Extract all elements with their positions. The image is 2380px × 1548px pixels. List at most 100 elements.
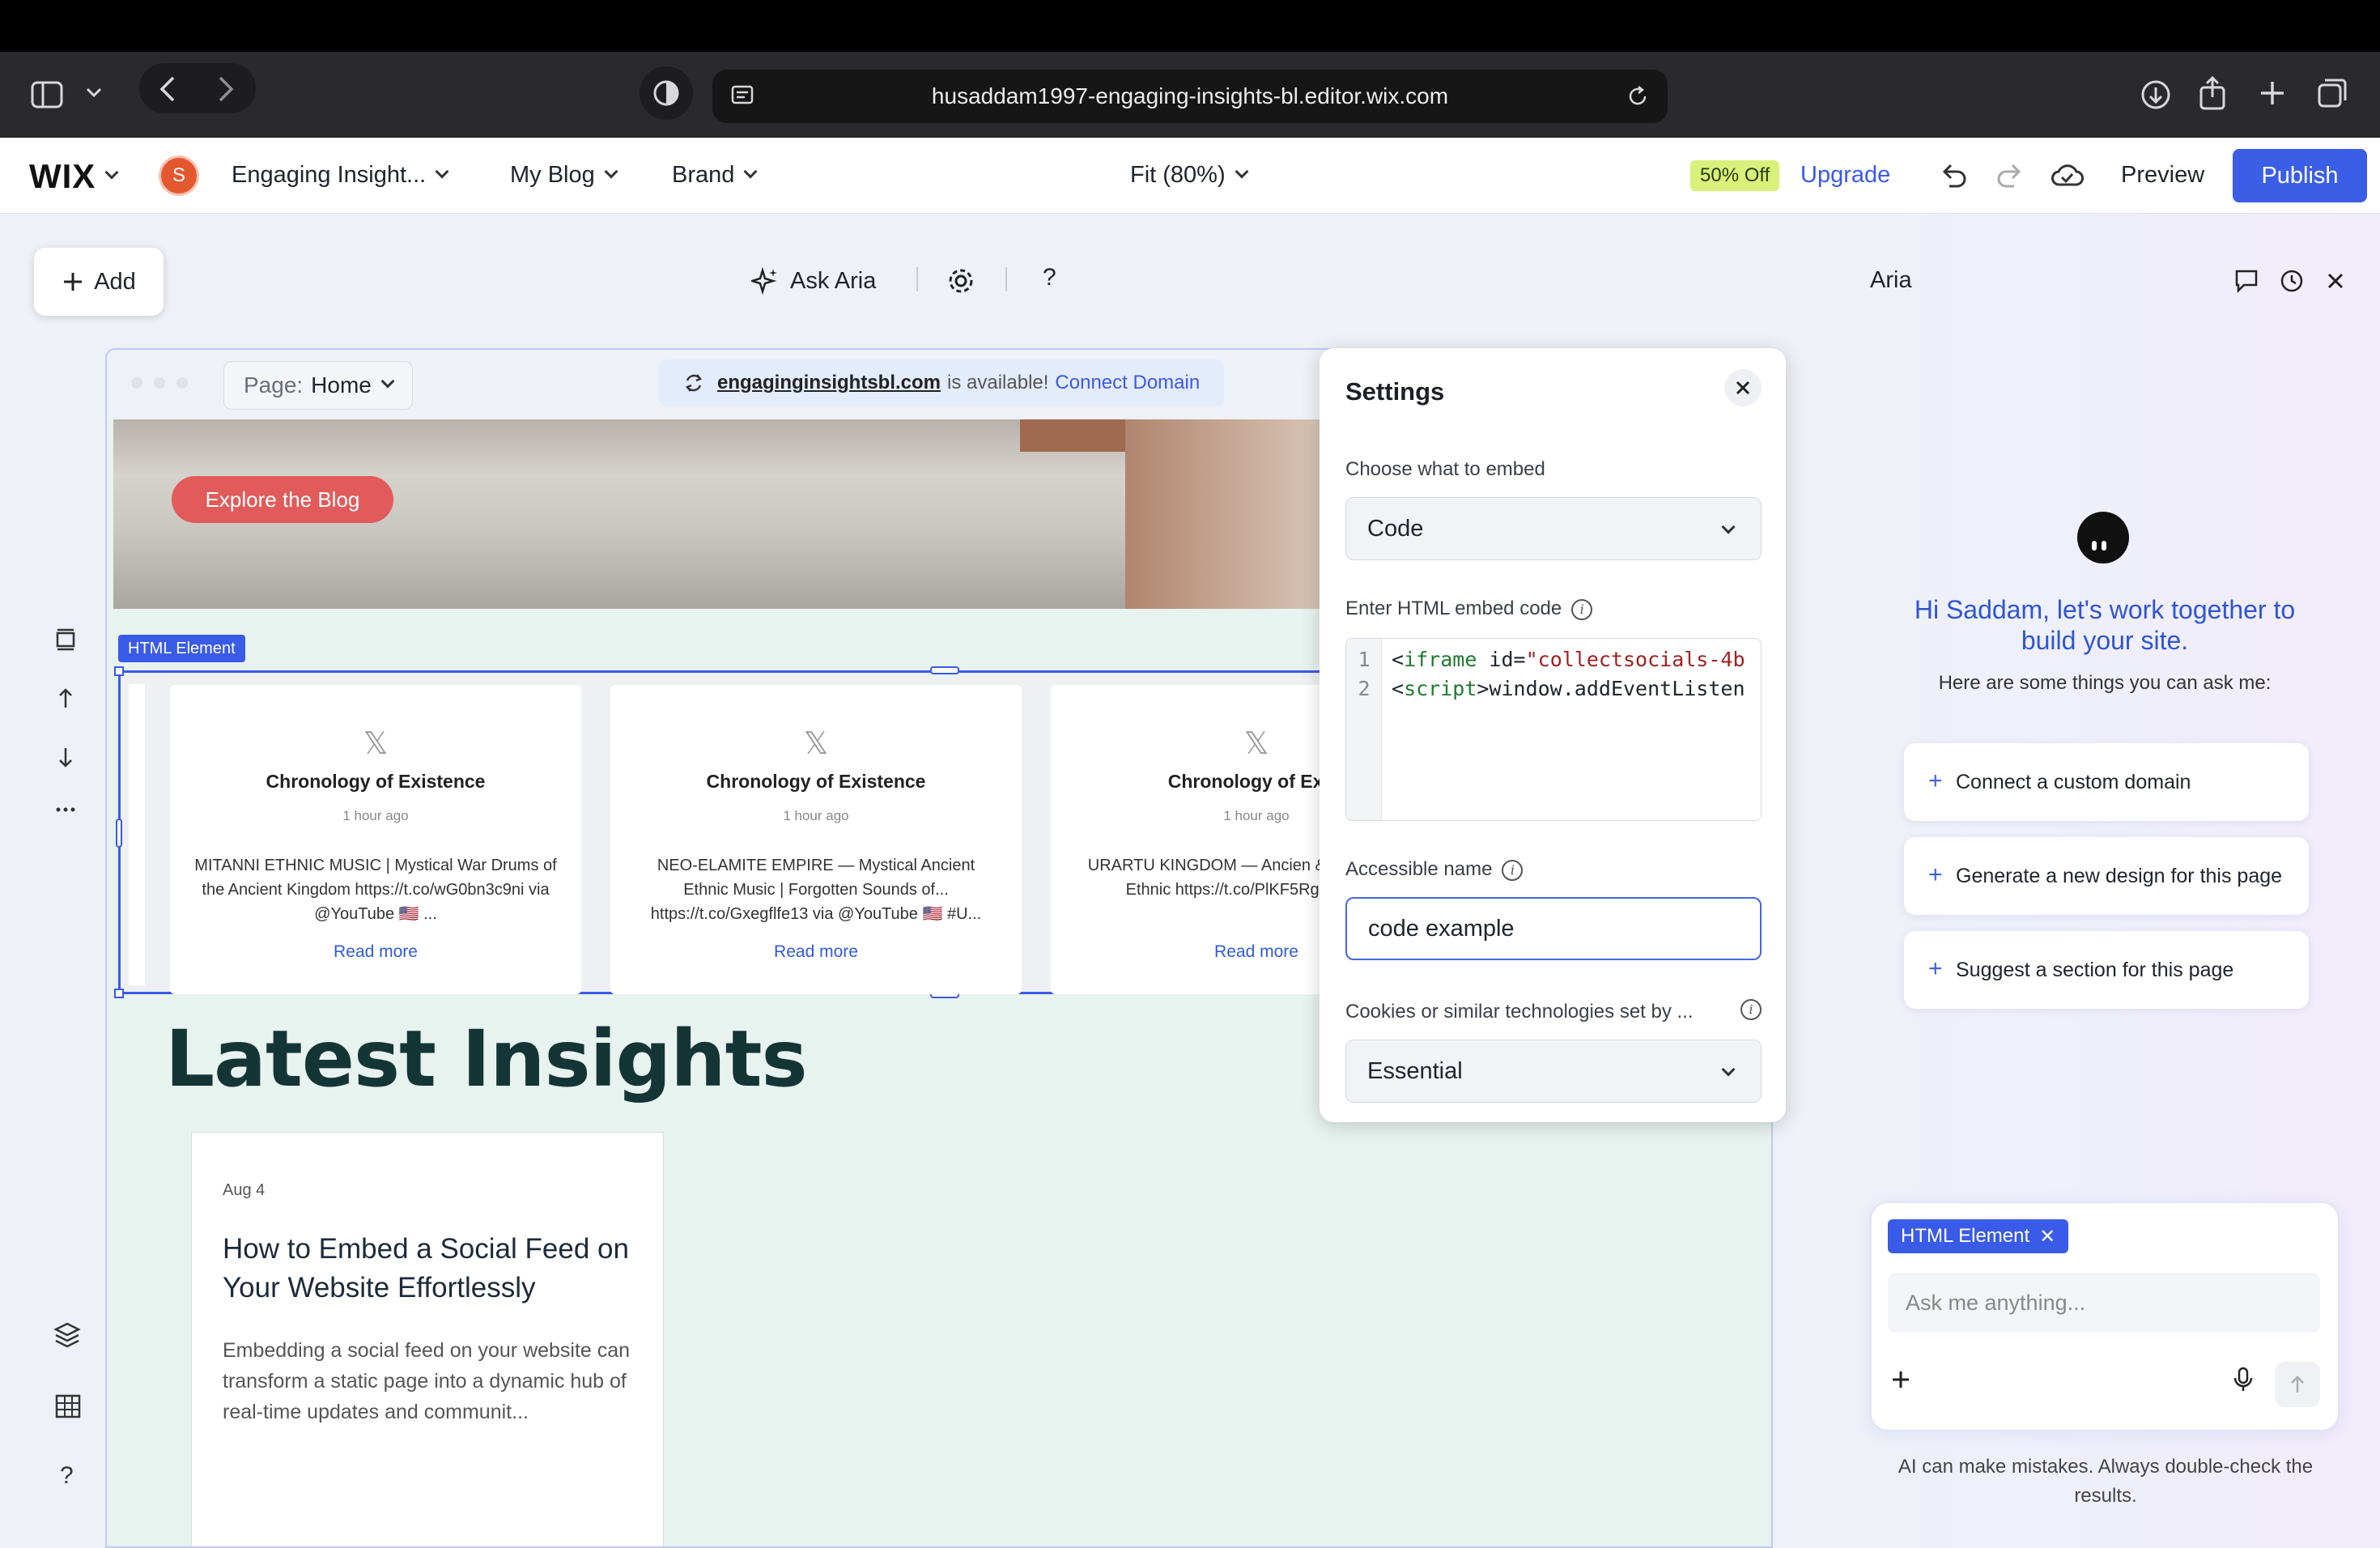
blog-menu[interactable]: My Blog [510, 162, 618, 189]
move-down-icon[interactable] [55, 746, 76, 769]
cookies-select[interactable]: Essential [1345, 1040, 1762, 1103]
microphone-icon[interactable] [2233, 1367, 2254, 1393]
chevron-down-icon [435, 164, 449, 178]
close-button[interactable] [1724, 369, 1762, 406]
tab-overview-icon[interactable] [2317, 78, 2348, 108]
suggestion-button[interactable]: + Suggest a section for this page [1904, 931, 2309, 1009]
accessible-name-label: Accessible name i [1345, 858, 1524, 881]
close-icon[interactable] [2327, 272, 2344, 290]
info-icon[interactable]: i [1502, 859, 1524, 881]
ask-aria-button[interactable]: Ask Aria [751, 267, 876, 295]
suggestion-button[interactable]: + Connect a custom domain [1904, 743, 2309, 821]
code-line: <script>window.addEventListen [1392, 674, 1745, 704]
share-icon[interactable] [2199, 76, 2226, 110]
undo-icon[interactable] [1940, 162, 1969, 189]
suggestion-label: Connect a custom domain [1956, 770, 2191, 793]
chevron-down-icon[interactable] [86, 87, 102, 99]
zoom-label: Fit (80%) [1130, 162, 1226, 188]
brand-menu-label: Brand [672, 162, 735, 188]
sidebar-toggle-icon[interactable] [31, 81, 63, 108]
read-more-link[interactable]: Read more [170, 942, 581, 962]
site-menu[interactable]: Engaging Insight... [232, 162, 449, 189]
card-title: Chronology of Existence [266, 771, 486, 792]
context-chip[interactable]: HTML Element ✕ [1888, 1219, 2069, 1253]
ask-input[interactable]: Ask me anything... [1888, 1273, 2320, 1333]
connect-domain-link[interactable]: Connect Domain [1055, 372, 1200, 394]
layers-icon[interactable] [53, 1321, 81, 1349]
help-button[interactable]: ? [1043, 264, 1056, 291]
social-card[interactable]: 𝕏 Chronology of Existence 1 hour ago MIT… [170, 685, 581, 994]
read-more-link[interactable]: Read more [610, 942, 1022, 962]
send-button[interactable] [2275, 1362, 2320, 1407]
code-token: "collectsocials-4b [1525, 648, 1745, 671]
section-icon[interactable] [55, 628, 76, 651]
page-selector[interactable]: Page: Home [223, 361, 413, 410]
sparkle-icon [751, 267, 777, 295]
explore-blog-button[interactable]: Explore the Blog [172, 476, 393, 523]
gear-icon[interactable] [947, 267, 975, 295]
back-icon[interactable] [159, 76, 176, 102]
post-card[interactable]: Aug 4 How to Embed a Social Feed on Your… [191, 1132, 664, 1546]
code-token: id= [1477, 648, 1526, 671]
ask-aria-label: Ask Aria [790, 267, 877, 294]
reload-icon[interactable] [1626, 84, 1650, 108]
download-icon[interactable] [2140, 79, 2171, 110]
resize-handle[interactable] [930, 666, 959, 674]
attach-plus-icon[interactable] [1891, 1370, 1910, 1389]
zoom-menu[interactable]: Fit (80%) [1130, 162, 1249, 189]
resize-handle[interactable] [114, 989, 124, 998]
social-card[interactable]: 𝕏 Chronology of Exist 1 hour ago URARTU … [1051, 685, 1320, 994]
section-heading: Latest Insights [165, 1014, 808, 1104]
site-name: Engaging Insight... [232, 162, 427, 188]
info-icon[interactable]: i [1740, 999, 1762, 1020]
url-text[interactable]: husaddam1997-engaging-insights-bl.editor… [932, 83, 1448, 109]
page-settings-icon[interactable] [730, 84, 754, 108]
forward-icon[interactable] [217, 76, 235, 102]
card-body: URARTU KINGDOM — Ancien &amp; Mystical E… [1087, 857, 1320, 899]
move-up-icon[interactable] [55, 687, 76, 709]
add-button[interactable]: Add [34, 248, 164, 316]
code-line: <iframe id="collectsocials-4b [1392, 645, 1745, 674]
accessible-name-text: Accessible name [1345, 858, 1493, 880]
hero-decor [1020, 419, 1125, 452]
upgrade-link[interactable]: Upgrade [1800, 162, 1890, 189]
wix-menu[interactable]: WIX [29, 157, 119, 196]
grid-icon[interactable] [55, 1394, 81, 1418]
promo-label: 50% Off [1700, 164, 1770, 186]
x-logo-icon: 𝕏 [1243, 727, 1269, 761]
history-icon[interactable] [2280, 269, 2304, 293]
cloud-save-icon[interactable] [2050, 160, 2084, 189]
avatar[interactable]: S [159, 155, 199, 196]
chat-icon[interactable] [2234, 269, 2259, 293]
card-meta: 1 hour ago [342, 808, 409, 823]
accessible-name-input[interactable]: code example [1345, 897, 1762, 960]
privacy-button[interactable] [640, 66, 693, 120]
post-title[interactable]: How to Embed a Social Feed on Your Websi… [223, 1230, 644, 1308]
more-icon[interactable] [55, 802, 76, 818]
brand-menu[interactable]: Brand [672, 162, 758, 189]
resize-handle[interactable] [116, 819, 122, 848]
ai-disclaimer: AI can make mistakes. Always double-chec… [1898, 1456, 2314, 1507]
help-icon[interactable]: ? [60, 1462, 74, 1490]
html-element-tag[interactable]: HTML Element [118, 635, 245, 662]
chip-close-icon[interactable]: ✕ [2039, 1225, 2055, 1248]
address-bar[interactable]: husaddam1997-engaging-insights-bl.editor… [712, 70, 1668, 123]
resize-handle[interactable] [114, 666, 124, 676]
new-tab-icon[interactable] [2259, 79, 2286, 107]
publish-button[interactable]: Publish [2233, 149, 2367, 202]
plus-icon: + [1928, 955, 1943, 982]
post-excerpt: Embedding a social feed on your website … [223, 1339, 631, 1423]
promo-badge[interactable]: 50% Off [1690, 160, 1780, 191]
code-editor[interactable]: 1 2 <iframe id="collectsocials-4b <scrip… [1345, 638, 1762, 821]
code-label-text: Enter HTML embed code [1345, 598, 1562, 619]
preview-button[interactable]: Preview [2121, 162, 2204, 189]
embed-type-select[interactable]: Code [1345, 497, 1762, 560]
domain-icon [685, 374, 703, 392]
social-card[interactable]: 𝕏 Chronology of Existence 1 hour ago NEO… [610, 685, 1022, 994]
domain-link[interactable]: engaginginsightsbl.com [717, 372, 941, 394]
info-icon[interactable]: i [1571, 598, 1593, 620]
read-more-link[interactable]: Read more [1051, 942, 1320, 962]
chat-input-box: HTML Element ✕ Ask me anything... [1870, 1201, 2340, 1431]
suggestion-button[interactable]: + Generate a new design for this page [1904, 837, 2309, 915]
redo-icon[interactable] [1995, 162, 2024, 189]
